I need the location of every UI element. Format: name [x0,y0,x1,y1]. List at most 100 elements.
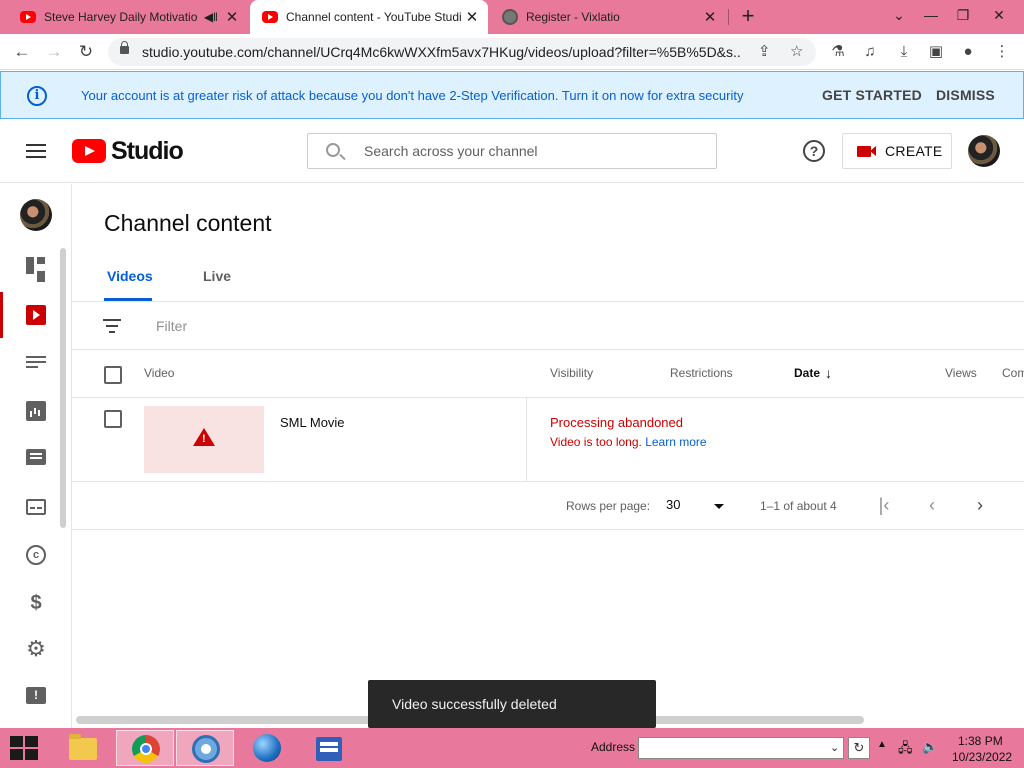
tab-title: Steve Harvey Daily Motivatio [44,10,198,24]
processing-status: Processing abandoned [550,415,683,430]
tab-videos[interactable]: Videos [107,268,153,284]
speaker-icon[interactable]: ◀ǁ [204,10,218,24]
get-started-button[interactable]: GET STARTED [822,87,922,103]
dismiss-button[interactable]: DISMISS [936,87,995,103]
lab-flask-icon[interactable]: ⚗ [828,42,848,62]
search-box[interactable] [307,133,717,169]
address-bar[interactable]: studio.youtube.com/channel/UCrq4Mc6kwWXX… [108,38,816,66]
reload-icon[interactable]: ↻ [74,40,98,64]
hamburger-menu-icon[interactable] [26,144,46,158]
sort-down-arrow-icon[interactable]: ↓ [825,365,832,381]
divider [72,397,1024,398]
window-app-icon [316,737,342,761]
previous-page-icon[interactable]: ‹ [920,494,944,518]
pagination-range: 1–1 of about 4 [760,499,837,513]
snackbar-toast: Video successfully deleted [368,680,656,728]
browser-tab-register[interactable]: Register - Vixlatio ✕ [490,0,726,34]
share-icon[interactable]: ⇪ [758,42,771,60]
side-panel-icon[interactable]: ▣ [926,42,946,62]
minimize-button[interactable]: — [914,0,948,30]
lock-icon [120,41,129,54]
channel-avatar[interactable] [20,199,52,231]
youtube-icon [20,11,36,23]
video-title[interactable]: SML Movie [280,415,345,430]
forward-arrow-icon[interactable]: → [42,40,66,64]
nav-feedback[interactable]: ! [0,674,72,720]
globe-icon [502,9,518,25]
close-tab-icon[interactable]: ✕ [222,8,242,26]
media-control-icon[interactable]: ♫ [860,42,880,62]
new-tab-button[interactable]: + [736,4,760,28]
video-camera-icon [857,145,876,157]
row-checkbox[interactable] [104,410,122,428]
kebab-menu-icon[interactable]: ⋮ [992,42,1012,62]
dollar-icon: $ [30,592,42,614]
url-text[interactable]: studio.youtube.com/channel/UCrq4Mc6kwWXX… [142,44,742,60]
processing-reason: Video is too long. Learn more [550,435,707,449]
restore-button[interactable]: ❐ [946,0,980,30]
next-page-icon[interactable]: › [968,494,992,518]
nav-copyright[interactable]: c [0,532,72,578]
subtitles-icon [26,499,46,515]
close-tab-icon[interactable]: ✕ [462,8,482,26]
close-tab-icon[interactable]: ✕ [700,8,720,26]
column-header-restrictions: Restrictions [670,366,733,380]
rail-scrollbar[interactable] [60,248,66,528]
tab-title: Register - Vixlatio [526,10,620,24]
taskbar-file-explorer[interactable] [54,730,112,766]
taskbar-chrome-alt[interactable] [176,730,234,766]
windows-taskbar: Address ⌄ ↻ ▲ 🖧 🔈 1:38 PM 10/23/2022 [0,728,1024,768]
browser-tab-channel-content[interactable]: Channel content - YouTube Studi ✕ [250,0,488,34]
refresh-go-icon[interactable]: ↻ [848,737,870,759]
column-header-date[interactable]: Date [794,366,820,380]
create-label: CREATE [885,143,943,159]
tab-search-chevron-icon[interactable]: ⌄ [882,0,916,30]
select-all-checkbox[interactable] [104,366,122,384]
filter-icon[interactable] [103,319,121,333]
playlist-icon [26,356,46,376]
feedback-icon: ! [26,687,46,704]
divider [72,301,1024,302]
video-thumbnail[interactable]: ! [144,406,264,473]
security-banner: i Your account is at greater risk of att… [0,71,1024,119]
rows-per-page-label: Rows per page: [566,499,651,513]
folder-icon [69,734,97,760]
divider [72,349,1024,350]
clock-time[interactable]: 1:38 PM [958,734,1003,748]
windows-start-button[interactable] [10,736,38,760]
tab-live[interactable]: Live [203,268,231,284]
volume-icon[interactable]: 🔈 [922,739,938,755]
search-input[interactable] [364,134,704,168]
browser-tab-steve-harvey[interactable]: Steve Harvey Daily Motivatio ◀ǁ ✕ [8,0,248,34]
address-toolbar-input[interactable] [638,737,844,759]
tray-expand-icon[interactable]: ▲ [877,739,887,750]
dropdown-arrow-icon[interactable] [714,504,724,509]
close-window-button[interactable]: ✕ [982,0,1016,30]
download-icon[interactable]: ⤓ [894,42,914,62]
content-play-icon [26,305,46,325]
first-page-icon[interactable]: |‹ [872,494,896,518]
nav-settings[interactable]: ⚙ [0,626,72,672]
filter-input[interactable] [156,316,556,336]
nav-earn[interactable]: $ [0,580,72,626]
help-icon[interactable]: ? [803,140,825,162]
browser-tab-strip: Steve Harvey Daily Motivatio ◀ǁ ✕ Channe… [0,0,1024,34]
network-icon[interactable]: 🖧 [898,739,913,761]
taskbar-chrome[interactable] [116,730,174,766]
account-avatar[interactable] [968,135,1000,167]
tab-divider [728,9,729,25]
create-button[interactable]: CREATE [842,133,952,169]
tab-title: Channel content - YouTube Studi [286,10,462,24]
chevron-down-icon[interactable]: ⌄ [830,741,839,754]
taskbar-window-app[interactable] [300,730,358,766]
profile-icon[interactable]: ● [958,42,978,62]
clock-date[interactable]: 10/23/2022 [952,750,1012,764]
studio-logo[interactable]: Studio [72,137,184,165]
back-arrow-icon[interactable]: ← [10,40,34,64]
column-header-comments: Com [1002,366,1024,380]
learn-more-link[interactable]: Learn more [645,435,706,449]
info-icon: i [27,86,47,106]
bookmark-star-icon[interactable]: ☆ [790,42,803,60]
taskbar-internet-explorer[interactable] [238,730,296,766]
channel-content-main: Channel content Videos Live Video Visibi… [72,184,1024,728]
